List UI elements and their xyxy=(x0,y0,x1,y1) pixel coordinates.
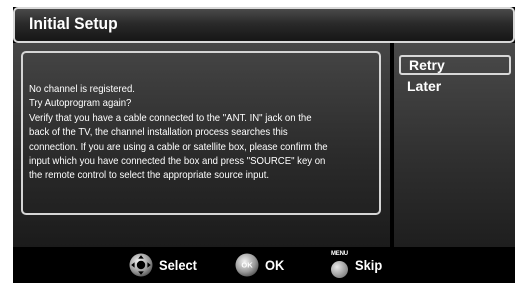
retry-label: Retry xyxy=(409,57,445,73)
ok-button-icon: OK xyxy=(235,253,259,277)
dialog-title: Initial Setup xyxy=(29,14,118,33)
menu-button-icon: MENU xyxy=(331,251,349,279)
later-label: Later xyxy=(407,78,442,94)
tv-screen: Initial Setup No channel is registered. … xyxy=(13,7,515,283)
ok-label: OK xyxy=(265,257,285,273)
message-text: No channel is registered. Try Autoprogra… xyxy=(29,84,328,182)
message-panel: No channel is registered. Try Autoprogra… xyxy=(13,43,390,247)
options-panel: Retry Later xyxy=(394,43,515,247)
skip-label: Skip xyxy=(355,257,383,273)
retry-option[interactable]: Retry xyxy=(399,55,511,75)
navigation-pad-icon xyxy=(129,253,153,277)
select-label: Select xyxy=(159,257,197,273)
later-option[interactable]: Later xyxy=(399,78,511,98)
title-bar: Initial Setup xyxy=(13,7,515,43)
skip-hint: MENU Skip xyxy=(331,247,385,283)
ok-icon-text: OK xyxy=(241,261,253,270)
button-hint-bar: Select OK OK MENU Skip xyxy=(13,247,515,283)
select-hint: Select xyxy=(129,247,200,283)
message-box: No channel is registered. Try Autoprogra… xyxy=(21,51,381,215)
ok-hint: OK OK xyxy=(235,247,286,283)
menu-icon-text: MENU xyxy=(331,251,348,257)
